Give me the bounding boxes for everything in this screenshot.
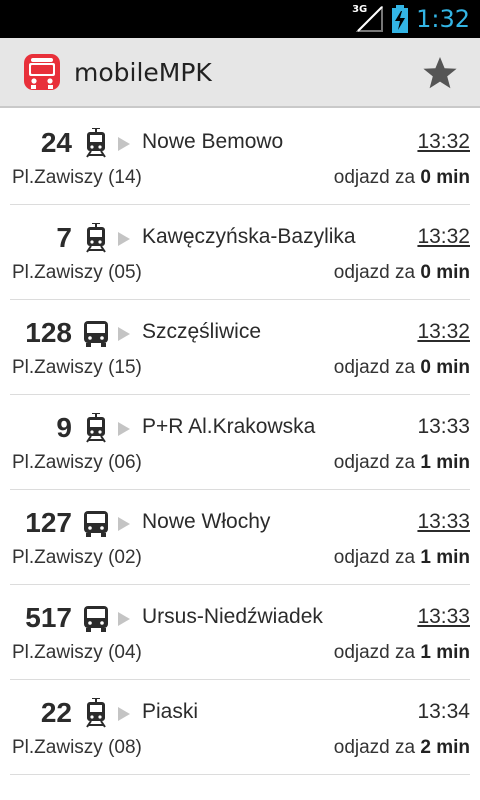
departs-in-prefix: odjazd za	[333, 737, 416, 758]
action-bar: mobileMPK	[0, 38, 480, 108]
departs-in: odjazd za 2 min	[334, 737, 470, 759]
line-number: 22	[40, 697, 72, 728]
departs-in-value: 1 min	[420, 547, 470, 568]
destination: Piaski	[142, 700, 199, 723]
departs-in: odjazd za 1 min	[334, 452, 470, 474]
departure-time: 13:32	[417, 225, 470, 248]
departure-time: 13:33	[417, 510, 470, 533]
stop-name: Pl.Zawiszy (02)	[12, 547, 142, 568]
departs-in-prefix: odjazd za	[333, 167, 416, 188]
favorite-star-icon[interactable]	[422, 55, 458, 91]
departs-in: odjazd za 1 min	[334, 642, 470, 664]
departure-row[interactable]: 7 Kawęczyńska-Bazylika 13:32 Pl.Zawiszy (05…	[10, 205, 470, 300]
destination: Kawęczyńska-Bazylika	[142, 225, 356, 248]
direction-arrow-icon	[118, 421, 130, 436]
departs-in-value: 2 min	[420, 737, 470, 758]
destination: P+R Al.Krakowska	[142, 415, 316, 438]
stop-name: Pl.Zawiszy (15)	[12, 357, 142, 378]
departs-in: odjazd za 0 min	[334, 167, 470, 189]
signal-icon	[356, 6, 384, 32]
stop-name: Pl.Zawiszy (06)	[12, 452, 142, 473]
departure-time: 13:33	[417, 605, 470, 628]
departs-in-value: 0 min	[420, 357, 470, 378]
departs-in: odjazd za 0 min	[334, 357, 470, 379]
direction-arrow-icon	[118, 326, 130, 341]
line-number: 517	[25, 602, 72, 633]
bus-app-icon	[24, 54, 60, 90]
destination: Szczęśliwice	[142, 320, 262, 343]
direction-arrow-icon	[118, 516, 130, 531]
stop-name: Pl.Zawiszy (08)	[12, 737, 142, 758]
bus-icon	[82, 320, 110, 348]
departs-in-prefix: odjazd za	[333, 642, 416, 663]
departure-row[interactable]: 24 Nowe Bemowo 13:32 Pl.Zawiszy (14) odjazd …	[10, 110, 470, 205]
line-number: 7	[56, 222, 72, 253]
direction-arrow-icon	[118, 136, 130, 151]
departure-row[interactable]: 128 Szczęśliwice 13:32 Pl.Zawiszy (15) odjaz…	[10, 300, 470, 395]
tram-icon	[84, 697, 108, 728]
app-title: mobileMPK	[74, 57, 212, 87]
departure-row[interactable]: 517 Ursus-Niedźwiadek 13:33 Pl.Zawiszy (04)…	[10, 585, 470, 680]
departure-time: 13:34	[417, 700, 470, 723]
direction-arrow-icon	[118, 611, 130, 626]
departs-in-prefix: odjazd za	[333, 262, 416, 283]
departure-row[interactable]: 127 Nowe Włochy 13:33 Pl.Zawiszy (02) odjazd…	[10, 490, 470, 585]
departs-in-prefix: odjazd za	[333, 357, 416, 378]
line-number: 9	[56, 412, 72, 443]
departure-time: 13:32	[417, 320, 470, 343]
departs-in-value: 1 min	[420, 452, 470, 473]
direction-arrow-icon	[118, 231, 130, 246]
bus-icon	[82, 510, 110, 538]
departs-in-value: 1 min	[420, 642, 470, 663]
clock: 1:32	[416, 5, 470, 33]
destination: Nowe Włochy	[142, 510, 271, 533]
departs-in-value: 0 min	[420, 262, 470, 283]
departs-in: odjazd za 0 min	[334, 262, 470, 284]
departure-list: 24 Nowe Bemowo 13:32 Pl.Zawiszy (14) odjazd …	[0, 110, 480, 775]
departs-in-prefix: odjazd za	[333, 547, 416, 568]
stop-name: Pl.Zawiszy (14)	[12, 167, 142, 188]
tram-icon	[84, 222, 108, 253]
stop-name: Pl.Zawiszy (05)	[12, 262, 142, 283]
stop-name: Pl.Zawiszy (04)	[12, 642, 142, 663]
line-number: 127	[25, 507, 72, 538]
status-bar: 3G 1:32	[0, 0, 480, 38]
destination: Ursus-Niedźwiadek	[142, 605, 323, 628]
line-number: 24	[40, 127, 72, 158]
departs-in-value: 0 min	[420, 167, 470, 188]
departs-in: odjazd za 1 min	[334, 547, 470, 569]
tram-icon	[84, 412, 108, 443]
departure-time: 13:32	[417, 130, 470, 153]
destination: Nowe Bemowo	[142, 130, 284, 153]
bus-icon	[82, 605, 110, 633]
signal-indicator: 3G	[352, 4, 386, 34]
departs-in-prefix: odjazd za	[333, 452, 416, 473]
tram-icon	[84, 127, 108, 158]
departure-time: 13:33	[417, 415, 470, 438]
direction-arrow-icon	[118, 706, 130, 721]
departure-row[interactable]: 9 P+R Al.Krakowska 13:33 Pl.Zawiszy (06) odj…	[10, 395, 470, 490]
departure-row[interactable]: 22 Piaski 13:34 Pl.Zawiszy (08) odjazd za 2 …	[10, 680, 470, 775]
line-number: 128	[25, 317, 72, 348]
battery-charging-icon	[392, 5, 409, 33]
